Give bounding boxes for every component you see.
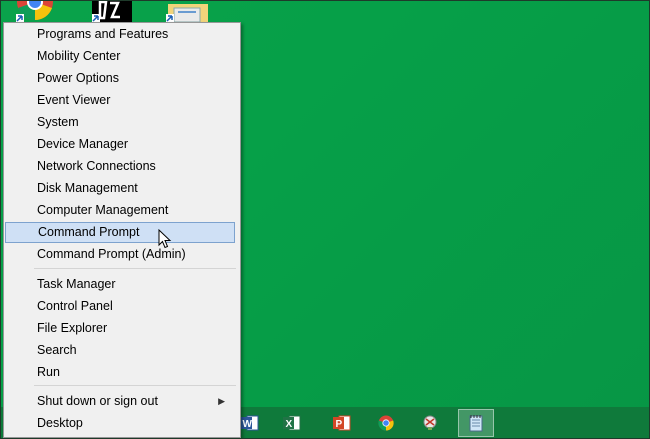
menu-item-label: Mobility Center <box>37 49 121 63</box>
menu-item-label: Search <box>37 343 77 357</box>
menu-item-command-prompt[interactable]: Command Prompt <box>5 222 235 243</box>
menu-item-label: Computer Management <box>37 203 169 217</box>
menu-separator <box>34 385 236 386</box>
menu-item-label: Run <box>37 365 60 379</box>
menu-separator <box>34 268 236 269</box>
menu-item-device-manager[interactable]: Device Manager <box>5 134 235 155</box>
submenu-arrow-icon: ▶ <box>218 396 225 406</box>
menu-item-task-manager[interactable]: Task Manager <box>5 274 235 295</box>
menu-item-label: System <box>37 115 79 129</box>
mouse-cursor-icon <box>158 228 172 254</box>
menu-item-label: Command Prompt <box>38 225 140 239</box>
menu-item-label: Device Manager <box>37 137 129 151</box>
svg-text:P: P <box>336 419 343 430</box>
desktop-folder-icon[interactable] <box>166 0 210 23</box>
menu-item-label: Task Manager <box>37 277 116 291</box>
menu-item-run[interactable]: Run <box>5 362 235 383</box>
notepad-icon[interactable] <box>458 409 494 437</box>
menu-item-label: Network Connections <box>37 159 156 173</box>
menu-item-computer-management[interactable]: Computer Management <box>5 200 235 221</box>
menu-item-search[interactable]: Search <box>5 340 235 361</box>
menu-item-control-panel[interactable]: Control Panel <box>5 296 235 317</box>
menu-item-system[interactable]: System <box>5 112 235 133</box>
desktop-tool-icon[interactable] <box>92 0 132 22</box>
desktop-chrome-icon[interactable] <box>16 0 54 22</box>
menu-item-network-connections[interactable]: Network Connections <box>5 156 235 177</box>
menu-item-command-prompt-admin[interactable]: Command Prompt (Admin) <box>5 244 235 265</box>
menu-item-programs-and-features[interactable]: Programs and Features <box>5 24 235 45</box>
menu-item-label: Desktop <box>37 416 83 430</box>
menu-item-label: Disk Management <box>37 181 138 195</box>
svg-text:X: X <box>286 419 293 430</box>
chrome-icon[interactable] <box>368 409 404 437</box>
menu-item-mobility-center[interactable]: Mobility Center <box>5 46 235 67</box>
menu-item-disk-management[interactable]: Disk Management <box>5 178 235 199</box>
powerpoint-icon[interactable]: P <box>324 409 360 437</box>
menu-item-label: Control Panel <box>37 299 113 313</box>
snipping-tool-icon[interactable] <box>412 409 448 437</box>
menu-item-label: Power Options <box>37 71 119 85</box>
menu-item-shut-down-or-sign-out[interactable]: Shut down or sign out ▶ <box>5 391 235 412</box>
menu-item-label: Shut down or sign out <box>37 394 158 408</box>
quick-link-menu: Programs and Features Mobility Center Powe… <box>3 22 241 438</box>
menu-item-label: Event Viewer <box>37 93 111 107</box>
menu-item-power-options[interactable]: Power Options <box>5 68 235 89</box>
menu-item-label: File Explorer <box>37 321 108 335</box>
menu-item-label: Programs and Features <box>37 27 169 41</box>
svg-text:W: W <box>243 419 253 430</box>
menu-item-event-viewer[interactable]: Event Viewer <box>5 90 235 111</box>
menu-item-file-explorer[interactable]: File Explorer <box>5 318 235 339</box>
excel-icon[interactable]: X <box>274 409 310 437</box>
menu-item-desktop[interactable]: Desktop <box>5 413 235 434</box>
